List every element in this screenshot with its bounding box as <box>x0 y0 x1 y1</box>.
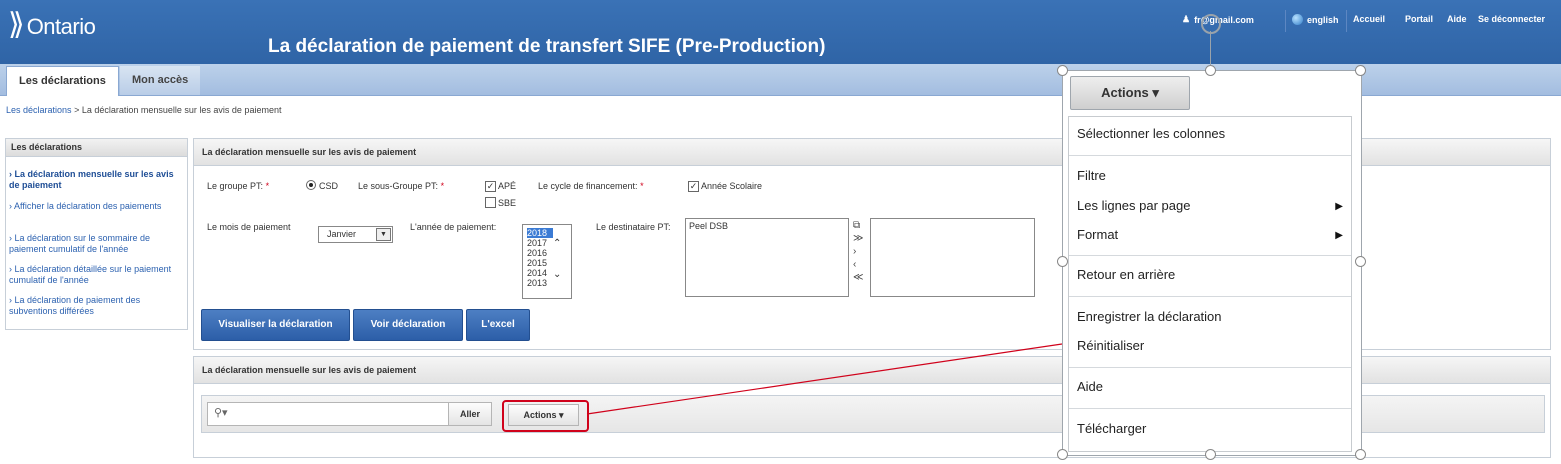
menu-divider <box>1069 255 1351 256</box>
resize-handle[interactable] <box>1355 256 1366 267</box>
menu-item-aide[interactable]: Aide <box>1077 379 1103 394</box>
resize-handle[interactable] <box>1057 65 1068 76</box>
resize-handle[interactable] <box>1057 256 1068 267</box>
menu-divider <box>1069 408 1351 409</box>
menu-divider <box>1069 155 1351 156</box>
menu-item-format[interactable]: Format ▶ <box>1077 227 1343 242</box>
resize-handle[interactable] <box>1355 449 1366 460</box>
rotate-handle-icon[interactable] <box>1201 14 1221 34</box>
menu-item-filtre[interactable]: Filtre <box>1077 168 1106 183</box>
resize-handle[interactable] <box>1205 449 1216 460</box>
menu-item-colonnes[interactable]: Sélectionner les colonnes <box>1077 126 1225 141</box>
submenu-arrow-icon: ▶ <box>1335 230 1343 241</box>
menu-divider <box>1069 367 1351 368</box>
menu-item-retour[interactable]: Retour en arrière <box>1077 267 1175 282</box>
rotate-handle-stem <box>1210 31 1211 65</box>
resize-handle[interactable] <box>1057 449 1068 460</box>
submenu-arrow-icon: ▶ <box>1335 201 1343 212</box>
menu-item-lignes-par-page[interactable]: Les lignes par page ▶ <box>1077 198 1343 213</box>
menu-divider <box>1069 296 1351 297</box>
menu-item-telecharger[interactable]: Télécharger <box>1077 421 1146 436</box>
menu-item-reinitialiser[interactable]: Réinitialiser <box>1077 338 1144 353</box>
actions-menu-button[interactable]: Actions ▾ <box>1070 76 1190 110</box>
menu-item-enregistrer[interactable]: Enregistrer la déclaration <box>1077 309 1222 324</box>
actions-menu: Sélectionner les colonnes Filtre Les lig… <box>1068 116 1352 452</box>
resize-handle[interactable] <box>1355 65 1366 76</box>
resize-handle[interactable] <box>1205 65 1216 76</box>
